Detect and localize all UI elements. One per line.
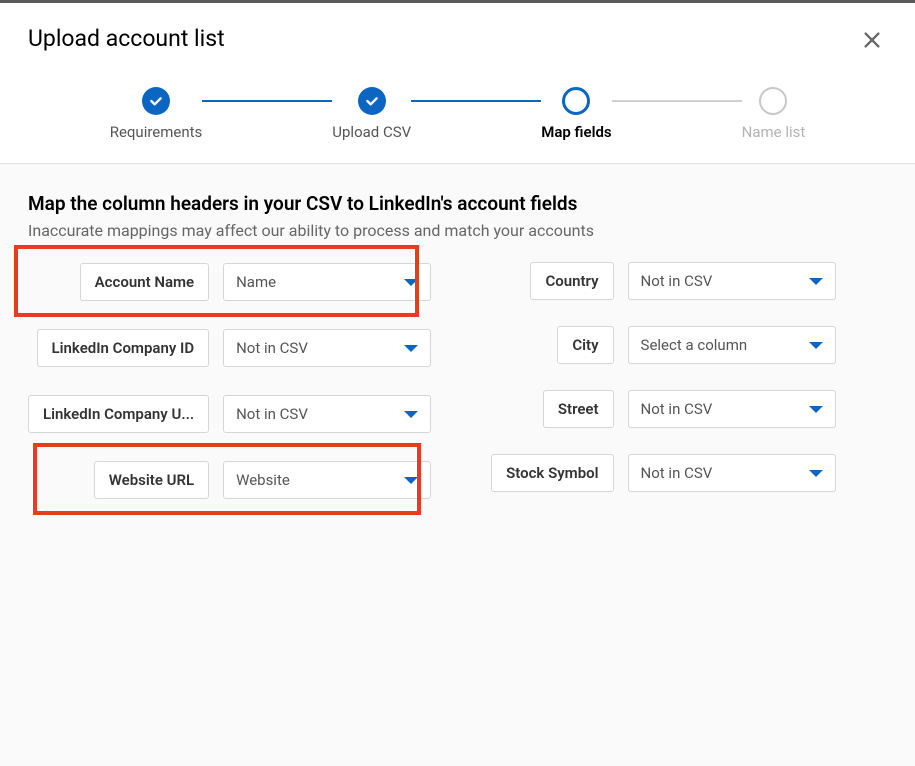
- select-value: Name: [236, 273, 276, 291]
- mapping-row-website-url: Website URL Website: [28, 460, 431, 500]
- mapping-row-country: Country Not in CSV: [491, 262, 835, 300]
- mapping-row-company-id: LinkedIn Company ID Not in CSV: [28, 328, 431, 368]
- select-value: Not in CSV: [641, 272, 713, 290]
- mapping-row-city: City Select a column: [491, 326, 835, 364]
- select-value: Not in CSV: [641, 400, 713, 418]
- field-label-company-url: LinkedIn Company U...: [28, 395, 209, 433]
- mapping-row-stock-symbol: Stock Symbol Not in CSV: [491, 454, 835, 492]
- mapping-row-account-name: Account Name Name: [28, 262, 431, 302]
- select-stock-symbol[interactable]: Not in CSV: [628, 454, 836, 492]
- chevron-down-icon: [404, 477, 418, 484]
- chevron-down-icon: [809, 470, 823, 477]
- mapping-row-company-url: LinkedIn Company U... Not in CSV: [28, 394, 431, 434]
- select-street[interactable]: Not in CSV: [628, 390, 836, 428]
- field-label-city: City: [557, 326, 613, 364]
- step-upload-csv: Upload CSV: [332, 87, 411, 141]
- chevron-down-icon: [404, 411, 418, 418]
- mapping-row-street: Street Not in CSV: [491, 390, 835, 428]
- close-icon: [861, 29, 883, 51]
- field-label-country: Country: [530, 262, 613, 300]
- field-label-street: Street: [543, 390, 614, 428]
- step-name-list: Name list: [742, 87, 806, 141]
- field-label-account-name: Account Name: [80, 263, 209, 301]
- step-circle-done: [142, 87, 170, 115]
- select-company-id[interactable]: Not in CSV: [223, 329, 431, 367]
- section-subheading: Inaccurate mappings may affect our abili…: [28, 221, 887, 240]
- select-company-url[interactable]: Not in CSV: [223, 395, 431, 433]
- step-requirements: Requirements: [110, 87, 203, 141]
- field-label-website-url: Website URL: [94, 461, 209, 499]
- step-map-fields: Map fields: [541, 87, 611, 141]
- step-connector: [202, 100, 332, 102]
- field-label-stock-symbol: Stock Symbol: [491, 454, 613, 492]
- step-label: Requirements: [110, 123, 203, 141]
- chevron-down-icon: [809, 278, 823, 285]
- select-value: Not in CSV: [236, 339, 308, 357]
- step-label: Map fields: [541, 123, 611, 141]
- chevron-down-icon: [404, 279, 418, 286]
- select-country[interactable]: Not in CSV: [628, 262, 836, 300]
- step-label: Name list: [742, 123, 806, 141]
- modal-title: Upload account list: [28, 25, 225, 52]
- select-city[interactable]: Select a column: [628, 326, 836, 364]
- step-label: Upload CSV: [332, 123, 411, 141]
- checkmark-icon: [148, 93, 164, 109]
- step-circle-current: [562, 87, 590, 115]
- close-button[interactable]: [857, 25, 887, 59]
- section-heading: Map the column headers in your CSV to Li…: [28, 192, 887, 215]
- checkmark-icon: [364, 93, 380, 109]
- step-circle-pending: [759, 87, 787, 115]
- select-website-url[interactable]: Website: [223, 461, 431, 499]
- chevron-down-icon: [809, 406, 823, 413]
- step-connector: [411, 100, 541, 102]
- select-value: Not in CSV: [236, 405, 308, 423]
- stepper: Requirements Upload CSV Map fields Name …: [0, 87, 915, 164]
- select-value: Select a column: [641, 336, 748, 354]
- field-label-company-id: LinkedIn Company ID: [37, 329, 210, 367]
- step-circle-done: [358, 87, 386, 115]
- chevron-down-icon: [404, 345, 418, 352]
- select-value: Website: [236, 471, 290, 489]
- chevron-down-icon: [809, 342, 823, 349]
- select-account-name[interactable]: Name: [223, 263, 431, 301]
- step-connector: [612, 100, 742, 102]
- select-value: Not in CSV: [641, 464, 713, 482]
